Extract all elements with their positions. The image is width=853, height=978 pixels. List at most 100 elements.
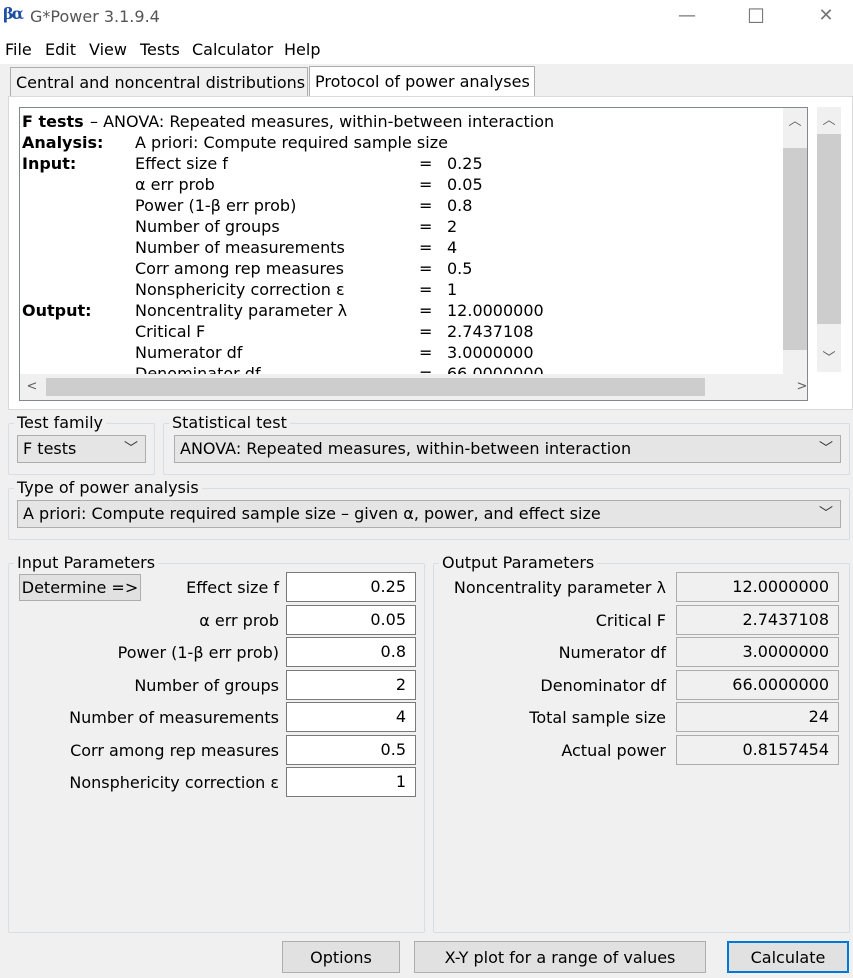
number-of-measurements-label: Number of measurements (69, 708, 279, 727)
scrollbar-thumb[interactable] (817, 134, 841, 324)
determine-button[interactable]: Determine => (19, 574, 141, 601)
scrollbar-thumb[interactable] (46, 378, 705, 396)
menu-bar: File Edit View Tests Calculator Help (0, 34, 853, 64)
maximize-icon[interactable]: ☐ (733, 0, 779, 32)
actual-power-label: Actual power (561, 741, 666, 760)
protocol-line: Output: Noncentrality parameter λ = 12.0… (22, 300, 782, 321)
scroll-up-icon[interactable]: ︿ (783, 112, 807, 132)
protocol-value: 0.5 (447, 259, 473, 278)
power-analysis-select[interactable]: A priori: Compute required sample size –… (17, 500, 841, 528)
scroll-left-icon[interactable]: < (20, 377, 44, 397)
protocol-line: Number of groups = 2 (22, 216, 782, 237)
options-button[interactable]: Options (282, 941, 400, 973)
menu-tests[interactable]: Tests (140, 40, 180, 59)
statistical-test-value: ANOVA: Repeated measures, within-between… (180, 439, 632, 458)
chevron-down-icon: ﹀ (124, 441, 138, 457)
tab-distributions[interactable]: Central and noncentral distributions (10, 67, 308, 96)
protocol-line: Numerator df = 3.0000000 (22, 342, 782, 363)
protocol-value: 1 (447, 280, 458, 299)
protocol-equals: = (419, 280, 433, 299)
minimize-icon[interactable]: — (664, 0, 710, 32)
chevron-down-icon: ﹀ (819, 506, 833, 522)
statistical-test-label: Statistical test (169, 413, 290, 432)
denominator-df-label: Denominator df (540, 676, 666, 695)
protocol-value: 2 (447, 217, 458, 236)
protocol-label: Noncentrality parameter λ (135, 301, 348, 320)
number-of-measurements-field[interactable]: 4 (286, 702, 416, 732)
statistical-test-select[interactable]: ANOVA: Repeated measures, within-between… (174, 435, 841, 463)
protocol-equals: = (419, 238, 433, 257)
test-family-value: F tests (23, 439, 77, 458)
calculate-button[interactable]: Calculate (727, 941, 849, 973)
chevron-down-icon: ﹀ (819, 441, 833, 457)
menu-file[interactable]: File (5, 40, 32, 59)
power-field[interactable]: 0.8 (286, 637, 416, 667)
protocol-section: Input: (22, 154, 77, 173)
protocol-label: Numerator df (135, 343, 243, 362)
output-parameters-title: Output Parameters (439, 553, 598, 572)
critical-f-label: Critical F (595, 611, 666, 630)
menu-view[interactable]: View (89, 40, 127, 59)
protocol-value: 0.25 (447, 154, 483, 173)
protocol-value: 4 (447, 238, 458, 257)
total-sample-size-label: Total sample size (529, 708, 666, 727)
protocol-equals: = (419, 259, 433, 278)
scrollbar-thumb[interactable] (783, 148, 807, 350)
protocol-label: Effect size f (135, 154, 228, 173)
menu-edit[interactable]: Edit (45, 40, 76, 59)
numerator-df-field: 3.0000000 (676, 637, 839, 667)
protocol-label: Number of measurements (135, 238, 345, 257)
power-analysis-label: Type of power analysis (14, 478, 202, 497)
number-of-groups-field[interactable]: 2 (286, 670, 416, 700)
denominator-df-field: 66.0000000 (676, 670, 839, 700)
protocol-test-family: F tests (22, 112, 84, 131)
close-icon[interactable]: ✕ (803, 0, 849, 32)
test-family-select[interactable]: F tests ﹀ (17, 435, 146, 463)
scroll-down-icon[interactable]: ﹀ (817, 349, 841, 369)
power-label: Power (1-β err prob) (117, 643, 279, 662)
protocol-header: F tests – ANOVA: Repeated measures, with… (22, 111, 782, 132)
actual-power-field: 0.8157454 (676, 735, 839, 765)
noncentrality-field: 12.0000000 (676, 572, 839, 602)
protocol-horizontal-scrollbar[interactable]: < > (20, 374, 807, 400)
total-sample-size-field: 24 (676, 702, 839, 732)
alpha-err-label: α err prob (199, 611, 279, 630)
protocol-label: Number of groups (135, 217, 280, 236)
protocol-text-area[interactable]: F tests – ANOVA: Repeated measures, with… (19, 107, 808, 401)
protocol-line: Input: Effect size f = 0.25 (22, 153, 782, 174)
nonsphericity-field[interactable]: 1 (286, 767, 416, 797)
protocol-test-name: – ANOVA: Repeated measures, within-betwe… (90, 112, 555, 131)
protocol-equals: = (419, 196, 433, 215)
protocol-section: Output: (22, 301, 92, 320)
protocol-equals: = (419, 175, 433, 194)
protocol-label: Critical F (135, 322, 206, 341)
number-of-groups-label: Number of groups (134, 676, 279, 695)
xy-plot-button[interactable]: X-Y plot for a range of values (414, 941, 706, 973)
panel-vertical-scrollbar[interactable]: ︿ ﹀ (817, 107, 841, 372)
scroll-up-icon[interactable]: ︿ (817, 111, 841, 131)
menu-help[interactable]: Help (284, 40, 320, 59)
noncentrality-label: Noncentrality parameter λ (453, 578, 666, 597)
protocol-value: 0.05 (447, 175, 483, 194)
protocol-section: Analysis: (22, 133, 104, 152)
tab-protocol[interactable]: Protocol of power analyses (309, 66, 535, 97)
input-parameters-title: Input Parameters (14, 553, 159, 572)
protocol-line: Critical F = 2.7437108 (22, 321, 782, 342)
test-family-label: Test family (14, 413, 106, 432)
protocol-equals: = (419, 301, 433, 320)
protocol-label: Corr among rep measures (135, 259, 344, 278)
protocol-value: 12.0000000 (447, 301, 544, 320)
protocol-line: Nonsphericity correction ε = 1 (22, 279, 782, 300)
scroll-right-icon[interactable]: > (790, 377, 807, 397)
effect-size-field[interactable]: 0.25 (286, 572, 416, 602)
protocol-equals: = (419, 343, 433, 362)
protocol-equals: = (419, 217, 433, 236)
corr-rep-measures-field[interactable]: 0.5 (286, 735, 416, 765)
alpha-err-field[interactable]: 0.05 (286, 605, 416, 635)
protocol-value: 2.7437108 (447, 322, 534, 341)
menu-calculator[interactable]: Calculator (192, 40, 273, 59)
protocol-vertical-scrollbar[interactable]: ︿ (783, 108, 807, 374)
protocol-value: 3.0000000 (447, 343, 534, 362)
title-bar: βα G*Power 3.1.9.4 — ☐ ✕ (0, 0, 853, 34)
app-icon: βα (3, 4, 24, 23)
